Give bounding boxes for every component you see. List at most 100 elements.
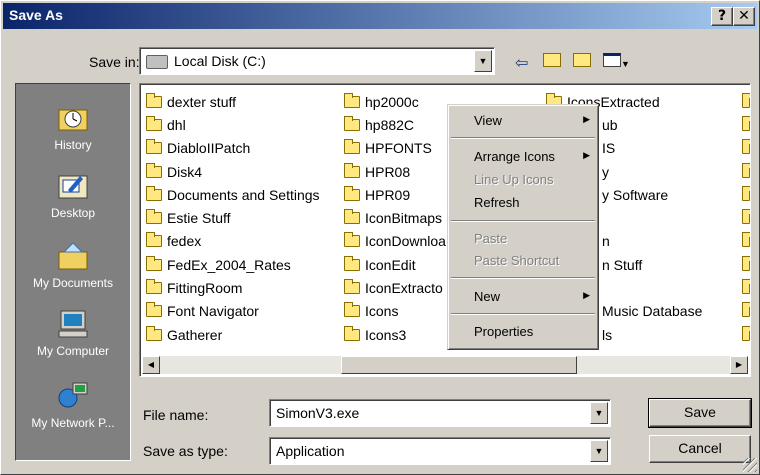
list-item[interactable]: fedex [146, 230, 320, 253]
folder-icon [344, 232, 360, 248]
folder-icon [146, 325, 162, 341]
file-name: FedEx_2004_Rates [167, 256, 291, 273]
menu-item-new[interactable]: New [474, 289, 500, 304]
list-item[interactable]: Disk4 [146, 160, 320, 183]
folder-icon [146, 115, 162, 131]
folder-icon [742, 255, 750, 271]
folder-icon [742, 115, 750, 131]
folder-icon [742, 162, 750, 178]
list-item[interactable]: Estie Stuff [146, 206, 320, 229]
file-name: Gatherer [167, 326, 223, 343]
file-name: DiabloIIPatch [167, 140, 251, 157]
folder-icon [146, 255, 162, 271]
save-in-dropdown[interactable]: Local Disk (C:) ▼ [139, 47, 495, 75]
list-item[interactable] [742, 253, 750, 276]
my-documents-icon [58, 242, 88, 270]
place-my-documents[interactable]: My Documents [16, 240, 130, 290]
view-menu-icon[interactable]: ▼ [603, 53, 630, 72]
list-item[interactable] [742, 137, 750, 160]
place-history[interactable]: History [16, 102, 130, 152]
folder-icon [344, 209, 360, 225]
list-item[interactable] [742, 276, 750, 299]
file-name-field[interactable]: SimonV3.exe ▼ [269, 399, 611, 427]
file-name: dhl [167, 116, 186, 133]
folder-icon [344, 302, 360, 318]
list-item[interactable]: HPR09 [344, 183, 448, 206]
file-name: HPR08 [365, 163, 411, 180]
list-item[interactable] [742, 300, 750, 323]
file-name: y [602, 163, 609, 180]
list-item[interactable]: IconDownloa [344, 230, 448, 253]
scroll-left-icon[interactable]: ◀ [142, 356, 160, 374]
list-item[interactable]: DiabloIIPatch [146, 137, 320, 160]
file-name-value: SimonV3.exe [276, 405, 360, 421]
list-item[interactable] [742, 183, 750, 206]
local-disk-icon [146, 55, 168, 69]
file-name: Font Navigator [167, 303, 259, 320]
list-item[interactable]: hp2000c [344, 90, 448, 113]
context-menu: View ▶ Arrange Icons ▶ Line Up Icons Ref… [447, 104, 599, 350]
title-bar[interactable]: Save As ? ✕ [3, 3, 757, 29]
folder-icon [742, 302, 750, 318]
list-item[interactable]: Documents and Settings [146, 183, 320, 206]
menu-separator [451, 277, 595, 279]
list-item[interactable]: dhl [146, 113, 320, 136]
up-one-level-icon[interactable] [543, 53, 561, 72]
list-item[interactable]: Gatherer [146, 323, 320, 346]
folder-icon [146, 162, 162, 178]
window-title: Save As [9, 7, 63, 23]
list-item[interactable] [742, 160, 750, 183]
menu-item-properties[interactable]: Properties [474, 324, 533, 339]
file-name: n Stuff [602, 256, 643, 273]
list-item[interactable]: IconEdit [344, 253, 448, 276]
history-icon [58, 109, 88, 131]
chevron-down-icon[interactable]: ▼ [474, 50, 492, 72]
folder-icon [344, 255, 360, 271]
menu-item-refresh[interactable]: Refresh [474, 195, 520, 210]
list-item[interactable]: IconExtracto [344, 276, 448, 299]
folder-icon [344, 115, 360, 131]
list-item[interactable] [742, 230, 750, 253]
file-name: y Software [602, 186, 669, 203]
list-item[interactable] [742, 113, 750, 136]
place-desktop[interactable]: Desktop [16, 170, 130, 220]
list-item[interactable]: FittingRoom [146, 276, 320, 299]
resize-grip-icon[interactable] [743, 458, 757, 472]
help-button[interactable]: ? [711, 7, 733, 26]
list-item[interactable]: Icons3 [344, 323, 448, 346]
place-my-network[interactable]: My Network P... [16, 380, 130, 430]
list-item[interactable] [742, 90, 750, 113]
list-item[interactable]: hp882C [344, 113, 448, 136]
list-item[interactable]: FedEx_2004_Rates [146, 253, 320, 276]
folder-icon [742, 279, 750, 295]
file-name: IconBitmaps [365, 210, 443, 227]
place-my-computer[interactable]: My Computer [16, 308, 130, 358]
folder-icon [742, 92, 750, 108]
place-label: My Documents [32, 276, 114, 290]
file-name: FittingRoom [167, 280, 243, 297]
file-column-4 [742, 90, 750, 346]
list-item[interactable]: HPFONTS [344, 137, 448, 160]
menu-item-arrange-icons[interactable]: Arrange Icons [474, 149, 555, 164]
chevron-down-icon[interactable]: ▼ [590, 402, 608, 424]
list-item[interactable]: Font Navigator [146, 300, 320, 323]
scroll-right-icon[interactable]: ▶ [730, 356, 748, 374]
save-button[interactable]: Save [648, 398, 752, 428]
list-item[interactable]: dexter stuff [146, 90, 320, 113]
chevron-down-icon[interactable]: ▼ [590, 440, 608, 462]
list-item[interactable] [742, 206, 750, 229]
horizontal-scrollbar[interactable]: ◀ ▶ [142, 356, 748, 374]
menu-item-view[interactable]: View [474, 113, 502, 128]
list-item[interactable]: HPR08 [344, 160, 448, 183]
create-new-folder-icon[interactable] [573, 53, 591, 72]
file-list[interactable]: dexter stuff dhl DiabloIIPatch Disk4 Doc… [139, 83, 751, 377]
list-item[interactable]: IconBitmaps [344, 206, 448, 229]
scrollbar-thumb[interactable] [341, 356, 577, 374]
save-in-label: Save in: [89, 54, 140, 70]
back-icon[interactable]: ⇦ [515, 53, 528, 73]
save-as-type-dropdown[interactable]: Application ▼ [269, 437, 611, 465]
list-item[interactable]: Icons [344, 300, 448, 323]
list-item[interactable] [742, 323, 750, 346]
cancel-button[interactable]: Cancel [649, 435, 751, 463]
close-button[interactable]: ✕ [733, 7, 755, 26]
